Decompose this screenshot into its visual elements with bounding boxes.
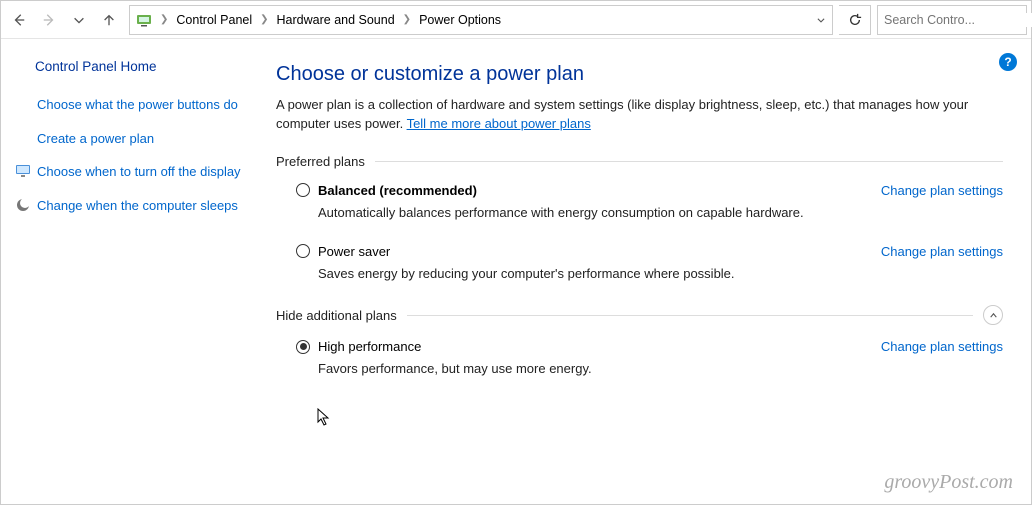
main-content: Choose or customize a power plan A power… xyxy=(266,39,1031,504)
plan-description: Favors performance, but may use more ene… xyxy=(318,360,1003,378)
divider xyxy=(375,161,1003,162)
arrow-left-icon xyxy=(12,13,26,27)
chevron-right-icon: ❯ xyxy=(258,14,270,25)
plan-description: Automatically balances performance with … xyxy=(318,204,1003,222)
sidebar-link-label: Choose what the power buttons do xyxy=(37,96,252,114)
page-title: Choose or customize a power plan xyxy=(276,63,1003,86)
moon-icon xyxy=(15,197,31,213)
plan-radio[interactable] xyxy=(296,183,310,197)
sidebar-link-power-buttons[interactable]: Choose what the power buttons do xyxy=(15,96,252,114)
section-label: Preferred plans xyxy=(276,154,365,169)
sidebar-link-label: Create a power plan xyxy=(37,130,252,148)
breadcrumb-item[interactable]: Hardware and Sound xyxy=(271,6,401,34)
sidebar-link-create-plan[interactable]: Create a power plan xyxy=(15,130,252,148)
plan-radio[interactable] xyxy=(296,244,310,258)
sidebar-link-label: Change when the computer sleeps xyxy=(37,197,252,215)
plan-description: Saves energy by reducing your computer's… xyxy=(318,265,1003,283)
plan-radio[interactable] xyxy=(296,340,310,354)
search-input[interactable] xyxy=(884,13,1032,27)
plan-name[interactable]: Power saver xyxy=(318,244,390,259)
collapse-button[interactable] xyxy=(983,305,1003,325)
breadcrumb-item[interactable]: Control Panel xyxy=(170,6,258,34)
control-panel-icon xyxy=(130,12,158,28)
chevron-down-icon xyxy=(72,13,86,27)
chevron-right-icon: ❯ xyxy=(401,14,413,25)
chevron-down-icon xyxy=(816,15,826,25)
change-plan-settings-link[interactable]: Change plan settings xyxy=(881,339,1003,354)
section-label: Hide additional plans xyxy=(276,308,397,323)
toolbar: ❯ Control Panel ❯ Hardware and Sound ❯ P… xyxy=(1,1,1031,39)
plan-balanced: Balanced (recommended) Change plan setti… xyxy=(296,183,1003,222)
section-header-additional[interactable]: Hide additional plans xyxy=(276,305,1003,325)
chevron-up-icon xyxy=(989,311,998,320)
sidebar-link-turn-off-display[interactable]: Choose when to turn off the display xyxy=(15,163,252,181)
address-bar[interactable]: ❯ Control Panel ❯ Hardware and Sound ❯ P… xyxy=(129,5,833,35)
refresh-icon xyxy=(848,13,862,27)
plan-name[interactable]: High performance xyxy=(318,339,421,354)
arrow-up-icon xyxy=(102,13,116,27)
sidebar-link-label: Choose when to turn off the display xyxy=(37,163,252,181)
plan-high-performance: High performance Change plan settings Fa… xyxy=(296,339,1003,378)
monitor-icon xyxy=(15,163,31,179)
plan-power-saver: Power saver Change plan settings Saves e… xyxy=(296,244,1003,283)
history-dropdown-button[interactable] xyxy=(65,6,93,34)
divider xyxy=(407,315,973,316)
change-plan-settings-link[interactable]: Change plan settings xyxy=(881,244,1003,259)
sidebar: Control Panel Home Choose what the power… xyxy=(1,39,266,504)
breadcrumb-item[interactable]: Power Options xyxy=(413,6,507,34)
sidebar-home-link[interactable]: Control Panel Home xyxy=(35,59,252,74)
forward-button[interactable] xyxy=(35,6,63,34)
up-button[interactable] xyxy=(95,6,123,34)
intro-learn-more-link[interactable]: Tell me more about power plans xyxy=(407,116,591,131)
change-plan-settings-link[interactable]: Change plan settings xyxy=(881,183,1003,198)
back-button[interactable] xyxy=(5,6,33,34)
chevron-right-icon: ❯ xyxy=(158,14,170,25)
section-header-preferred: Preferred plans xyxy=(276,154,1003,169)
search-box[interactable] xyxy=(877,5,1027,35)
plan-name[interactable]: Balanced (recommended) xyxy=(318,183,477,198)
address-dropdown-button[interactable] xyxy=(810,15,832,25)
arrow-right-icon xyxy=(42,13,56,27)
intro-text: A power plan is a collection of hardware… xyxy=(276,96,1003,134)
watermark: groovyPost.com xyxy=(884,471,1013,494)
sidebar-link-computer-sleeps[interactable]: Change when the computer sleeps xyxy=(15,197,252,215)
refresh-button[interactable] xyxy=(839,5,871,35)
